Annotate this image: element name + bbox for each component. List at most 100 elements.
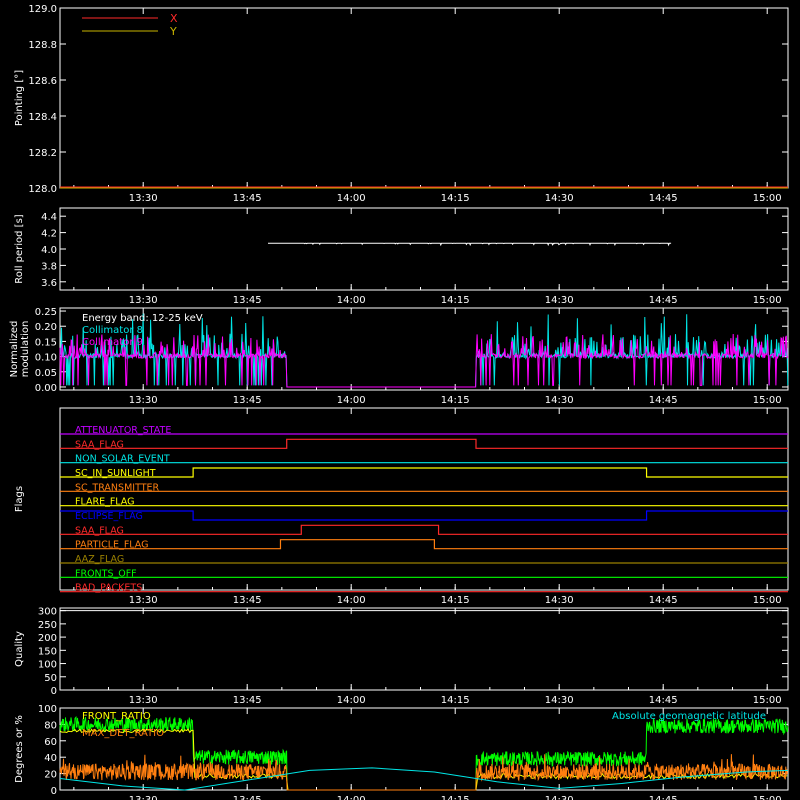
flag-label: ATTENUATOR_STATE <box>75 425 171 436</box>
x-tick-label-flags: 14:15 <box>441 595 470 606</box>
y-tick-label-roll: 4.4 <box>41 212 57 223</box>
y-tick-label-ratios: 60 <box>44 737 57 748</box>
x-tick-label-roll: 15:00 <box>753 295 782 306</box>
x-tick-label-modulation: 13:30 <box>129 395 158 406</box>
y-tick-label-pointing: 128.0 <box>28 184 57 195</box>
flag-label: PARTICLE_FLAG <box>75 540 148 551</box>
legend-label-ratios: MAX_DET_RATIO <box>82 728 164 739</box>
y-tick-label-quality: 150 <box>38 646 57 657</box>
x-tick-label-pointing: 13:45 <box>233 193 262 204</box>
y-tick-label-quality: 200 <box>38 633 57 644</box>
y-tick-label-modulation: 0.05 <box>35 368 57 379</box>
y-tick-label-modulation: 0.10 <box>35 353 57 364</box>
x-tick-label-modulation: 14:45 <box>649 395 678 406</box>
x-tick-label-pointing: 13:30 <box>129 193 158 204</box>
x-tick-label-ratios: 14:00 <box>337 795 366 800</box>
y-axis-label-modulation: Normalized <box>9 321 20 378</box>
y-tick-label-roll: 3.6 <box>41 278 57 289</box>
flag-label: FLARE_FLAG <box>75 497 135 508</box>
y-tick-label-pointing: 128.4 <box>28 112 57 123</box>
x-tick-label-quality: 14:30 <box>545 695 574 706</box>
y-axis-label-ratios: Degrees or % <box>14 715 25 783</box>
flag-label: ECLIPSE_FLAG <box>75 511 143 522</box>
x-tick-label-pointing: 14:15 <box>441 193 470 204</box>
flag-label: SAA_FLAG <box>75 525 124 536</box>
y-tick-label-quality: 300 <box>38 607 57 618</box>
y-tick-label-pointing: 128.6 <box>28 76 57 87</box>
y-tick-label-modulation: 0.15 <box>35 337 57 348</box>
background <box>0 0 800 800</box>
flag-label: FRONTS_OFF <box>75 568 137 579</box>
y-axis-label-modulation: modulation <box>20 321 31 378</box>
y-tick-label-roll: 4.2 <box>41 229 57 240</box>
x-tick-label-roll: 14:00 <box>337 295 366 306</box>
x-tick-label-pointing: 14:45 <box>649 193 678 204</box>
y-tick-label-roll: 4.0 <box>41 245 57 256</box>
flag-label: SC_TRANSMITTER <box>75 482 160 493</box>
y-tick-label-modulation: 0.20 <box>35 322 57 333</box>
x-tick-label-flags: 14:30 <box>545 595 574 606</box>
y-tick-label-quality: 100 <box>38 660 57 671</box>
x-tick-label-ratios: 14:30 <box>545 795 574 800</box>
x-tick-label-quality: 13:45 <box>233 695 262 706</box>
y-tick-label-ratios: 40 <box>44 753 57 764</box>
y-axis-label-pointing: Pointing [°] <box>14 70 25 126</box>
y-tick-label-pointing: 128.8 <box>28 40 57 51</box>
x-tick-label-roll: 14:45 <box>649 295 678 306</box>
x-tick-label-ratios: 15:00 <box>753 795 782 800</box>
x-tick-label-pointing: 14:30 <box>545 193 574 204</box>
y-tick-label-pointing: 128.2 <box>28 148 57 159</box>
x-tick-label-modulation: 14:15 <box>441 395 470 406</box>
x-tick-label-quality: 14:00 <box>337 695 366 706</box>
y-axis-label-roll: Roll period [s] <box>14 214 25 283</box>
x-tick-label-ratios: 13:45 <box>233 795 262 800</box>
x-tick-label-flags: 13:45 <box>233 595 262 606</box>
legend-label-modulation: Collimator 9 <box>82 337 143 348</box>
y-tick-label-modulation: 0.00 <box>35 383 57 394</box>
x-tick-label-pointing: 14:00 <box>337 193 366 204</box>
y-tick-label-ratios: 20 <box>44 770 57 781</box>
y-tick-label-pointing: 129.0 <box>28 4 57 15</box>
x-tick-label-flags: 14:45 <box>649 595 678 606</box>
y-tick-label-quality: 250 <box>38 620 57 631</box>
legend-label-pointing: Y <box>169 25 177 38</box>
flag-label: BAD_PACKETS <box>75 583 142 594</box>
x-tick-label-roll: 13:45 <box>233 295 262 306</box>
energy-band-annotation: Energy band: 12-25 keV <box>82 313 203 324</box>
x-tick-label-flags: 15:00 <box>753 595 782 606</box>
x-tick-label-modulation: 15:00 <box>753 395 782 406</box>
x-tick-label-ratios: 13:30 <box>129 795 158 800</box>
y-axis-label-flags: Flags <box>14 486 25 512</box>
x-tick-label-modulation: 14:30 <box>545 395 574 406</box>
y-tick-label-quality: 0 <box>51 686 57 697</box>
stage-svg: 13:30 13:45 14:00 14:15 14:30 14:45 15:00 128.0… <box>0 0 800 800</box>
y-tick-label-ratios: 100 <box>38 704 57 715</box>
x-tick-label-ratios: 14:45 <box>649 795 678 800</box>
x-tick-label-flags: 13:30 <box>129 595 158 606</box>
legend-label-modulation: Collimator 8 <box>82 325 143 336</box>
y-tick-label-roll: 3.8 <box>41 261 57 272</box>
x-tick-label-roll: 14:15 <box>441 295 470 306</box>
x-tick-label-quality: 15:00 <box>753 695 782 706</box>
flag-label: AAZ_FLAG <box>75 554 124 565</box>
x-tick-label-roll: 13:30 <box>129 295 158 306</box>
legend-label-ratios: FRONT_RATIO <box>82 711 151 722</box>
y-tick-label-ratios: 80 <box>44 720 57 731</box>
x-tick-label-pointing: 15:00 <box>753 193 782 204</box>
x-tick-label-quality: 13:30 <box>129 695 158 706</box>
x-tick-label-quality: 14:45 <box>649 695 678 706</box>
flag-label: SAA_FLAG <box>75 439 124 450</box>
x-tick-label-quality: 14:15 <box>441 695 470 706</box>
x-tick-label-ratios: 14:15 <box>441 795 470 800</box>
legend-label-pointing: X <box>170 12 178 25</box>
x-tick-label-modulation: 14:00 <box>337 395 366 406</box>
x-tick-label-flags: 14:00 <box>337 595 366 606</box>
y-tick-label-modulation: 0.25 <box>35 307 57 318</box>
legend-label-ratios: Absolute geomagnetic latitude <box>612 711 766 722</box>
flag-label: SC_IN_SUNLIGHT <box>75 468 156 479</box>
x-tick-label-modulation: 13:45 <box>233 395 262 406</box>
y-tick-label-ratios: 0 <box>51 786 57 797</box>
flag-label: NON_SOLAR_EVENT <box>75 454 170 465</box>
y-axis-label-quality: Quality <box>14 631 25 667</box>
y-tick-label-quality: 50 <box>44 673 57 684</box>
